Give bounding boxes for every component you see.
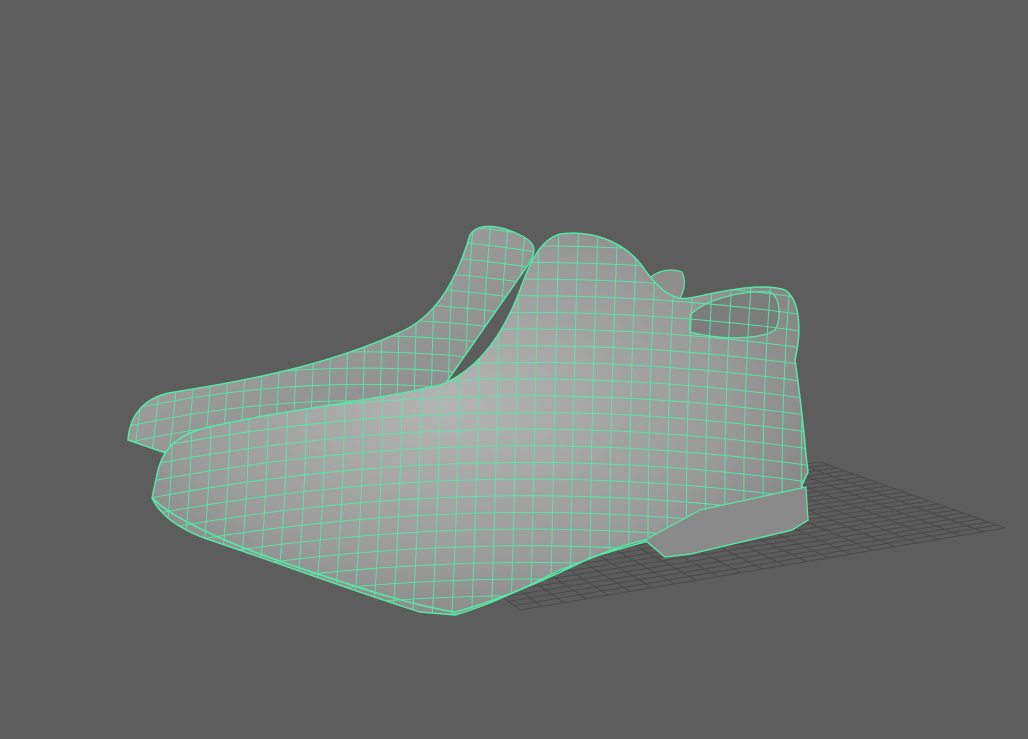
viewport-scene[interactable] [0, 0, 1028, 739]
3d-viewport[interactable] [0, 0, 1028, 739]
